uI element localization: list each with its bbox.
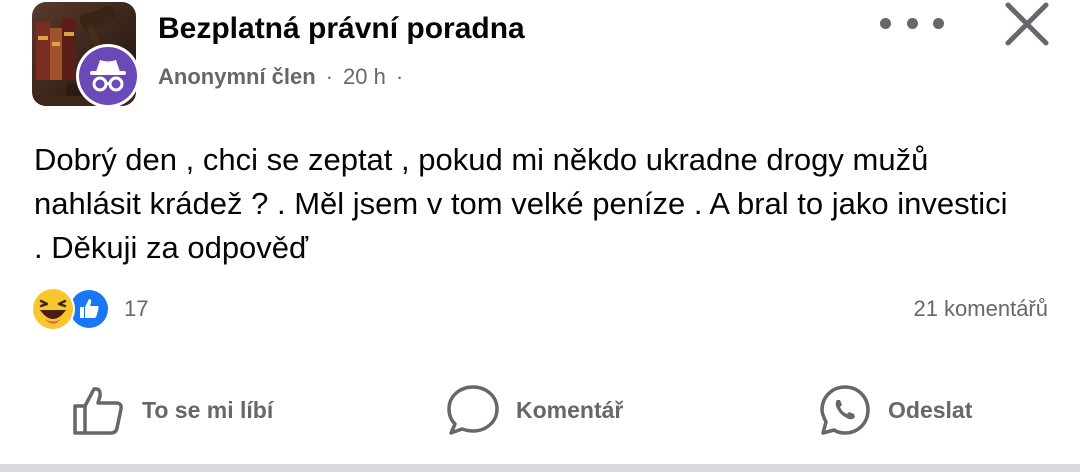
thumbs-up-icon — [72, 384, 126, 436]
post-time[interactable]: 20 h — [343, 64, 386, 90]
action-bar: To se mi líbí Komentář Odeslat — [0, 380, 1080, 440]
anonymous-avatar[interactable] — [76, 44, 140, 108]
group-name-link[interactable]: Bezplatná právní poradna — [158, 12, 525, 46]
meta-separator: · — [325, 64, 334, 89]
comment-bubble-icon — [446, 384, 500, 436]
like-button[interactable]: To se mi líbí — [72, 380, 273, 440]
post-text: Dobrý den , chci se zeptat , pokud mi ně… — [34, 142, 1008, 265]
more-dots-icon — [880, 17, 891, 29]
post-avatar-group[interactable] — [32, 2, 140, 108]
send-button[interactable]: Odeslat — [818, 380, 972, 440]
haha-emoji-icon — [30, 286, 76, 332]
send-label: Odeslat — [888, 396, 973, 423]
comment-label: Komentář — [516, 396, 624, 423]
post-meta: Anonymní člen · 20 h · — [158, 64, 413, 90]
more-options-button[interactable] — [880, 8, 944, 38]
post-card: Bezplatná právní poradna Anonymní člen ·… — [0, 0, 1080, 472]
comment-button[interactable]: Komentář — [446, 380, 623, 440]
reaction-count: 17 — [124, 296, 149, 321]
close-icon — [1005, 2, 1049, 46]
reactions-summary[interactable]: 17 — [30, 286, 148, 332]
comments-count-link[interactable]: 21 komentářů — [913, 296, 1048, 322]
author-name[interactable]: Anonymní člen — [158, 64, 316, 90]
whatsapp-icon — [818, 384, 872, 436]
like-label: To se mi líbí — [142, 396, 274, 423]
anonymous-incognito-icon — [90, 60, 126, 92]
feed-divider — [0, 464, 1080, 472]
meta-separator-2: · — [395, 64, 404, 89]
close-button[interactable] — [1000, 0, 1056, 50]
